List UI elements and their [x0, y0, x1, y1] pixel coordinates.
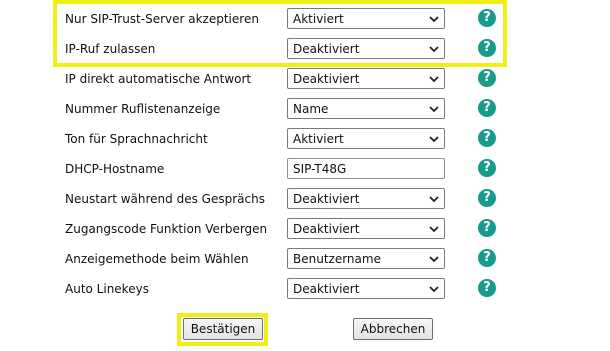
highlight-box-top-settings [53, 0, 507, 67]
call-list-display-select[interactable]: Name [287, 98, 445, 119]
reboot-during-call-select[interactable]: Deaktiviert [287, 188, 445, 209]
select-value: Aktiviert [293, 132, 344, 146]
hide-access-code-select[interactable]: Deaktiviert [287, 218, 445, 239]
ip-auto-answer-select[interactable]: Deaktiviert [287, 68, 445, 89]
select-value: Benutzername [293, 252, 381, 266]
setting-label: IP direkt automatische Antwort [65, 72, 252, 86]
chevron-down-icon [429, 196, 439, 203]
setting-row-auto-linekeys: Auto Linekeys Deaktiviert ? [0, 275, 610, 305]
setting-row-reboot-during-call: Neustart während des Gesprächs Deaktivie… [0, 185, 610, 215]
help-icon[interactable]: ? [478, 189, 496, 207]
settings-page: Nur SIP-Trust-Server akzeptieren Aktivie… [0, 0, 610, 351]
highlight-box-confirm-button [177, 313, 268, 346]
dhcp-hostname-input[interactable]: SIP-T48G [287, 158, 445, 179]
help-icon[interactable]: ? [478, 219, 496, 237]
chevron-down-icon [429, 286, 439, 293]
voicemail-tone-select[interactable]: Aktiviert [287, 128, 445, 149]
setting-label: Anzeigemethode beim Wählen [65, 252, 249, 266]
input-value: SIP-T48G [293, 162, 347, 176]
setting-row-dial-display-method: Anzeigemethode beim Wählen Benutzername … [0, 245, 610, 275]
dial-display-method-select[interactable]: Benutzername [287, 248, 445, 269]
setting-row-hide-access-code: Zugangscode Funktion Verbergen Deaktivie… [0, 215, 610, 245]
chevron-down-icon [429, 106, 439, 113]
setting-label: Nummer Ruflistenanzeige [65, 102, 221, 116]
select-value: Name [293, 102, 329, 116]
select-value: Deaktiviert [293, 222, 360, 236]
help-icon[interactable]: ? [478, 69, 496, 87]
help-icon[interactable]: ? [478, 159, 496, 177]
help-icon[interactable]: ? [478, 129, 496, 147]
setting-label: Auto Linekeys [65, 282, 149, 296]
help-icon[interactable]: ? [478, 249, 496, 267]
select-value: Deaktiviert [293, 72, 360, 86]
cancel-button[interactable]: Abbrechen [353, 318, 433, 340]
help-icon[interactable]: ? [478, 99, 496, 117]
chevron-down-icon [429, 136, 439, 143]
setting-label: Ton für Sprachnachricht [65, 132, 208, 146]
setting-row-call-list-display: Nummer Ruflistenanzeige Name ? [0, 95, 610, 125]
setting-label: Neustart während des Gesprächs [65, 192, 265, 206]
auto-linekeys-select[interactable]: Deaktiviert [287, 278, 445, 299]
chevron-down-icon [429, 76, 439, 83]
select-value: Deaktiviert [293, 282, 360, 296]
setting-label: DHCP-Hostname [65, 162, 165, 176]
setting-row-ip-auto-answer: IP direkt automatische Antwort Deaktivie… [0, 65, 610, 95]
setting-row-voicemail-tone: Ton für Sprachnachricht Aktiviert ? [0, 125, 610, 155]
setting-label: Zugangscode Funktion Verbergen [65, 222, 268, 236]
setting-row-dhcp-hostname: DHCP-Hostname SIP-T48G ? [0, 155, 610, 185]
chevron-down-icon [429, 226, 439, 233]
select-value: Deaktiviert [293, 192, 360, 206]
chevron-down-icon [429, 256, 439, 263]
help-icon[interactable]: ? [478, 279, 496, 297]
